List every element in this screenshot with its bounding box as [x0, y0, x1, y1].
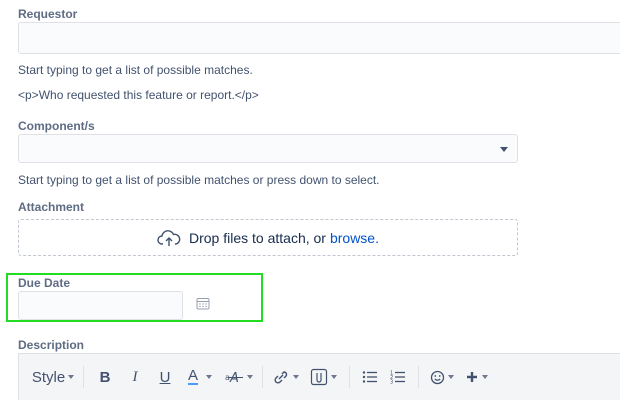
- plus-icon: [466, 372, 477, 382]
- numbered-list-icon: 1 2 3: [390, 371, 405, 385]
- components-help-text: Start typing to get a list of possible m…: [18, 173, 380, 187]
- cloud-upload-icon: [157, 229, 181, 246]
- toolbar-divider: [83, 366, 84, 388]
- calendar-icon[interactable]: [196, 297, 210, 315]
- svg-text:3: 3: [390, 380, 393, 385]
- components-select[interactable]: [18, 134, 518, 163]
- strikethrough-icon: a A: [225, 371, 243, 385]
- requestor-help-text: Start typing to get a list of possible m…: [18, 63, 253, 77]
- underline-button[interactable]: U: [150, 362, 180, 392]
- bullet-list-icon: [362, 371, 377, 383]
- toolbar-divider: [418, 366, 419, 388]
- requestor-description: <p>Who requested this feature or report.…: [18, 88, 259, 102]
- attachment-dropzone[interactable]: Drop files to attach, or browse.: [18, 219, 518, 256]
- chevron-down-icon: [68, 375, 75, 379]
- attachment-drop-text: Drop files to attach, or: [189, 229, 326, 246]
- components-label: Component/s: [18, 119, 95, 133]
- due-date-input[interactable]: [18, 291, 183, 320]
- chevron-down-icon: [206, 375, 212, 379]
- bullet-list-button[interactable]: [356, 362, 384, 392]
- chevron-down-icon: [448, 375, 454, 379]
- emoji-button[interactable]: [425, 362, 459, 392]
- link-button[interactable]: [269, 362, 303, 392]
- chevron-down-icon: [292, 375, 299, 379]
- emoji-icon: [430, 370, 445, 384]
- insert-button[interactable]: [459, 362, 493, 392]
- chevron-down-icon: [246, 375, 253, 379]
- chevron-down-icon: [500, 147, 508, 152]
- due-date-label: Due Date: [18, 276, 71, 290]
- style-dropdown[interactable]: Style: [29, 362, 77, 392]
- attachment-button[interactable]: [303, 362, 343, 392]
- text-color-button[interactable]: A: [180, 362, 220, 392]
- chevron-down-icon: [481, 375, 488, 379]
- editor-toolbar: Style B I U A a A 1 2 3: [18, 353, 620, 400]
- requestor-label: Requestor: [18, 7, 78, 21]
- text-color-label: A: [187, 367, 198, 385]
- description-label: Description: [18, 338, 85, 352]
- toolbar-divider: [349, 366, 350, 388]
- italic-button[interactable]: I: [120, 362, 150, 392]
- bold-button[interactable]: B: [90, 362, 120, 392]
- attachment-label: Attachment: [18, 200, 85, 214]
- numbered-list-button[interactable]: 1 2 3: [384, 362, 412, 392]
- link-icon: [273, 371, 287, 384]
- style-label: Style: [31, 368, 66, 386]
- chevron-down-icon: [330, 375, 337, 379]
- text-effects-button[interactable]: a A: [220, 362, 256, 392]
- toolbar-divider: [262, 366, 263, 388]
- browse-link[interactable]: browse.: [330, 230, 379, 246]
- paperclip-icon: [310, 368, 327, 386]
- requestor-input[interactable]: [18, 22, 620, 54]
